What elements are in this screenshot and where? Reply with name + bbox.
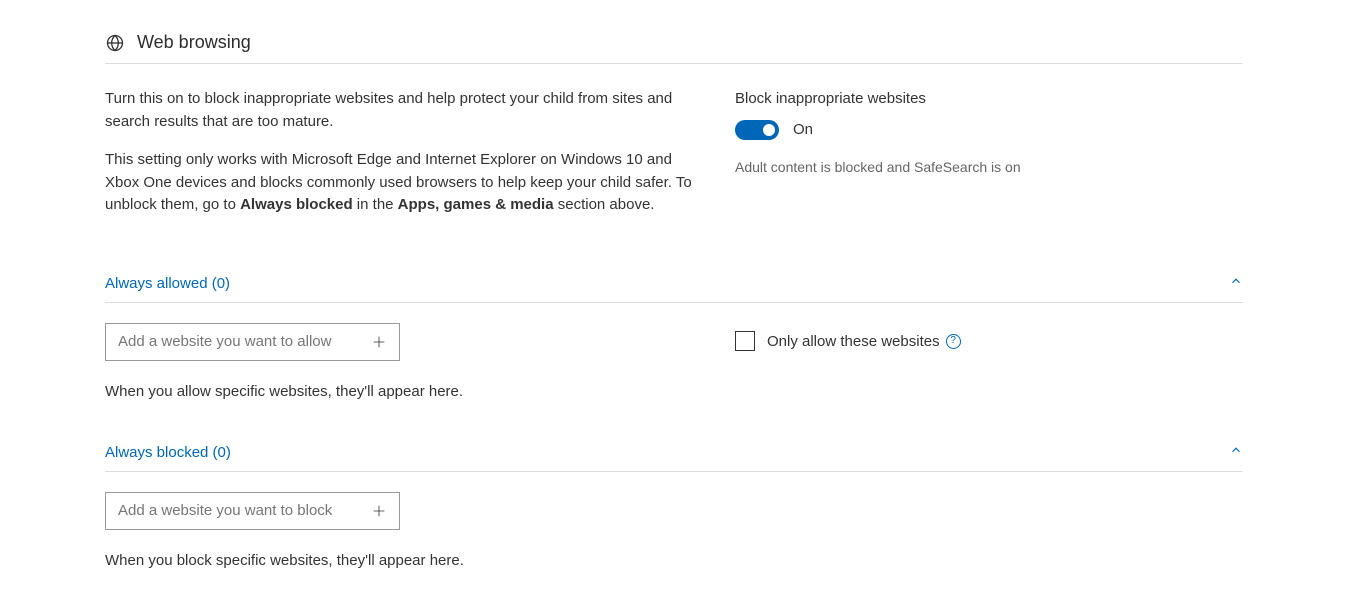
block-toggle-state: On [793, 119, 813, 140]
intro-p2-bold1: Always blocked [240, 196, 353, 213]
always-blocked-header[interactable]: Always blocked (0) [105, 442, 1243, 472]
toggle-column: Block inappropriate websites On Adult co… [735, 88, 1243, 233]
globe-icon [105, 33, 125, 53]
intro-p2-suffix: section above. [554, 196, 655, 213]
always-blocked-title: Always blocked (0) [105, 442, 231, 463]
web-browsing-section-header: Web browsing [105, 30, 1243, 64]
chevron-up-icon [1229, 273, 1243, 294]
block-input-wrap [105, 492, 400, 530]
block-helper-text: When you block specific websites, they'l… [105, 550, 695, 571]
only-allow-checkbox[interactable] [735, 331, 755, 351]
always-allowed-title: Always allowed (0) [105, 273, 230, 294]
always-allowed-header[interactable]: Always allowed (0) [105, 273, 1243, 303]
intro-paragraph-2: This setting only works with Microsoft E… [105, 149, 695, 217]
info-icon[interactable]: ? [946, 334, 961, 349]
block-website-input[interactable] [106, 494, 359, 527]
add-block-button[interactable] [359, 493, 399, 529]
toggle-knob [763, 124, 775, 136]
block-toggle-label: Block inappropriate websites [735, 88, 1243, 109]
description-column: Turn this on to block inappropriate webs… [105, 88, 695, 233]
section-title: Web browsing [137, 30, 251, 55]
block-status-text: Adult content is blocked and SafeSearch … [735, 158, 1243, 178]
intro-p2-mid: in the [353, 196, 398, 213]
allow-helper-text: When you allow specific websites, they'l… [105, 381, 695, 402]
intro-paragraph-1: Turn this on to block inappropriate webs… [105, 88, 695, 133]
allow-input-wrap [105, 323, 400, 361]
allow-website-input[interactable] [106, 325, 359, 358]
block-toggle-switch[interactable] [735, 120, 779, 140]
only-allow-label: Only allow these websites ? [767, 331, 961, 352]
intro-p2-bold2: Apps, games & media [398, 196, 554, 213]
chevron-up-icon [1229, 442, 1243, 463]
add-allow-button[interactable] [359, 324, 399, 360]
only-allow-text: Only allow these websites [767, 331, 940, 352]
